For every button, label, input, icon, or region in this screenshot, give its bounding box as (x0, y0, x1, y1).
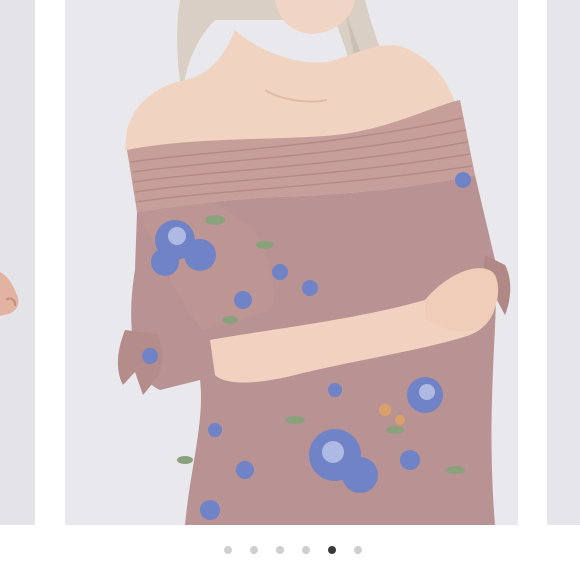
current-slide[interactable] (65, 0, 518, 525)
pagination-dot-3[interactable] (276, 546, 284, 554)
previous-slide-image (0, 0, 35, 525)
pagination-dot-5-active[interactable] (328, 546, 336, 554)
product-image-carousel[interactable] (0, 0, 580, 578)
product-photo (65, 0, 518, 525)
next-slide[interactable] (547, 0, 580, 525)
previous-slide[interactable] (0, 0, 35, 525)
next-slide-image (547, 0, 580, 525)
pagination-dot-1[interactable] (224, 546, 232, 554)
pagination-dot-4[interactable] (302, 546, 310, 554)
pagination-dot-2[interactable] (250, 546, 258, 554)
carousel-pagination (0, 544, 580, 556)
pagination-dot-6[interactable] (354, 546, 362, 554)
